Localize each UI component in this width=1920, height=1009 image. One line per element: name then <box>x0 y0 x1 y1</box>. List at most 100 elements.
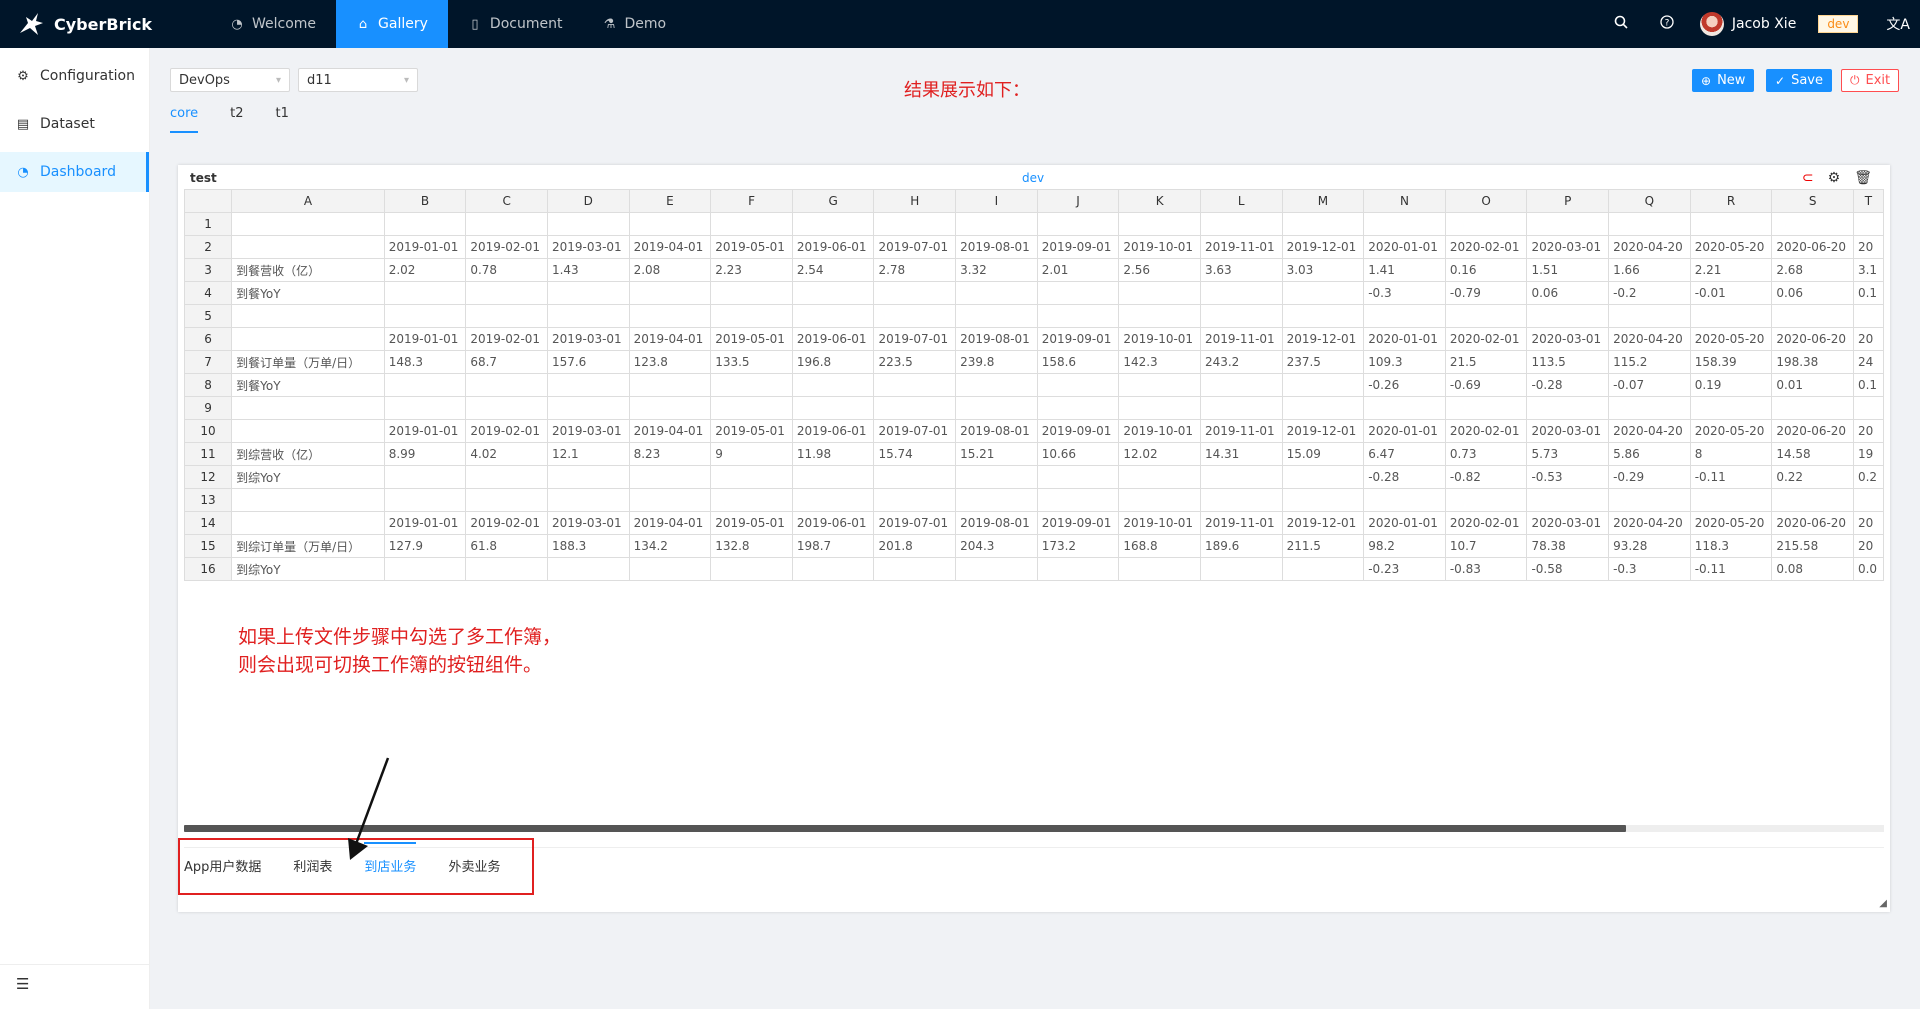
sheet-cell[interactable]: 2020-01-01 <box>1363 327 1446 351</box>
sheet-cell[interactable] <box>791 373 875 397</box>
sheet-cell[interactable]: 2019-02-01 <box>465 327 548 351</box>
sheet-cell[interactable]: 2020-05-20 <box>1689 235 1773 259</box>
sheet-cell[interactable]: 10.7 <box>1444 534 1528 558</box>
sheet-cell[interactable] <box>1852 212 1884 236</box>
column-header[interactable]: D <box>546 189 630 213</box>
sheet-cell[interactable] <box>383 373 467 397</box>
sheet-cell[interactable]: -0.3 <box>1363 281 1446 305</box>
sheet-cell[interactable]: 20 <box>1852 327 1884 351</box>
sheet-cell[interactable]: -0.28 <box>1363 465 1446 489</box>
sheet-cell[interactable]: 2020-04-20 <box>1608 235 1691 259</box>
sheet-cell[interactable]: 0.08 <box>1771 557 1854 581</box>
sheet-cell[interactable] <box>873 281 957 305</box>
sheet-cell[interactable] <box>873 488 957 512</box>
sheet-cell[interactable]: 20 <box>1852 534 1884 558</box>
sheet-cell[interactable] <box>1608 488 1691 512</box>
new-button[interactable]: ⊕ New <box>1692 69 1755 92</box>
sheet-cell[interactable] <box>791 281 875 305</box>
sheet-cell[interactable]: 21.5 <box>1444 350 1528 374</box>
sheet-cell[interactable]: 2.56 <box>1118 258 1201 282</box>
column-header[interactable]: K <box>1118 189 1201 213</box>
sheet-cell[interactable]: 243.2 <box>1199 350 1283 374</box>
row-header[interactable]: 12 <box>184 465 233 489</box>
sheet-cell[interactable] <box>873 373 957 397</box>
row-header[interactable]: 7 <box>184 350 233 374</box>
sheet-cell[interactable]: 201.8 <box>873 534 957 558</box>
sheet-cell[interactable] <box>955 281 1038 305</box>
sheet-cell[interactable]: 2020-02-01 <box>1444 327 1528 351</box>
sheet-cell[interactable] <box>1363 396 1446 420</box>
sheet-cell[interactable] <box>628 304 712 328</box>
sheet-cell[interactable] <box>873 465 957 489</box>
sheet-cell[interactable]: 2019-06-01 <box>791 327 875 351</box>
sheet-cell[interactable] <box>1444 396 1528 420</box>
sheet-cell[interactable]: 2020-03-01 <box>1526 235 1610 259</box>
sheet-cell[interactable] <box>1363 304 1446 328</box>
sheet-cell[interactable]: 2.23 <box>710 258 793 282</box>
corner-cell[interactable] <box>184 189 233 213</box>
sheet-cell[interactable] <box>465 281 548 305</box>
sheet-cell[interactable]: 8.99 <box>383 442 467 466</box>
column-header[interactable]: R <box>1689 189 1773 213</box>
sheet-cell[interactable] <box>231 304 385 328</box>
sheet-cell[interactable] <box>873 212 957 236</box>
sheet-cell[interactable]: 到餐YoY <box>231 373 385 397</box>
sheet-cell[interactable]: 109.3 <box>1363 350 1446 374</box>
sheet-cell[interactable] <box>1199 396 1283 420</box>
sheet-cell[interactable]: 2.01 <box>1036 258 1120 282</box>
sheet-cell[interactable] <box>791 488 875 512</box>
row-header[interactable]: 2 <box>184 235 233 259</box>
sheet-cell[interactable] <box>465 304 548 328</box>
sheet-cell[interactable] <box>955 488 1038 512</box>
sheet-cell[interactable]: 2020-02-01 <box>1444 511 1528 535</box>
sheet-cell[interactable]: 0.22 <box>1771 465 1854 489</box>
column-header[interactable]: B <box>383 189 467 213</box>
sheet-cell[interactable]: 198.38 <box>1771 350 1854 374</box>
sheet-cell[interactable]: 215.58 <box>1771 534 1854 558</box>
sheet-cell[interactable] <box>1199 465 1283 489</box>
sheet-cell[interactable]: 127.9 <box>383 534 467 558</box>
sheet-cell[interactable] <box>628 373 712 397</box>
sheet-cell[interactable] <box>383 557 467 581</box>
sheet-cell[interactable]: 0.0 <box>1852 557 1884 581</box>
column-header[interactable]: F <box>710 189 793 213</box>
row-header[interactable]: 3 <box>184 258 233 282</box>
sheet-cell[interactable] <box>1689 304 1773 328</box>
sheet-cell[interactable] <box>1036 396 1120 420</box>
sheet-cell[interactable] <box>231 235 385 259</box>
sheet-cell[interactable]: -0.07 <box>1608 373 1691 397</box>
row-header[interactable]: 11 <box>184 442 233 466</box>
sheet-cell[interactable]: 2.54 <box>791 258 875 282</box>
sheet-cell[interactable]: 到餐订单量（万单/日） <box>231 350 385 374</box>
sheet-cell[interactable] <box>710 373 793 397</box>
sheet-cell[interactable] <box>955 304 1038 328</box>
sheet-cell[interactable]: 到综YoY <box>231 557 385 581</box>
sheet-cell[interactable]: 24 <box>1852 350 1884 374</box>
sheet-cell[interactable]: 15.09 <box>1281 442 1365 466</box>
sheet-cell[interactable] <box>628 396 712 420</box>
sheet-cell[interactable]: 2.21 <box>1689 258 1773 282</box>
sheet-cell[interactable]: 134.2 <box>628 534 712 558</box>
sheet-cell[interactable] <box>1771 304 1854 328</box>
sheet-cell[interactable]: 2019-09-01 <box>1036 235 1120 259</box>
sheet-cell[interactable]: -0.29 <box>1608 465 1691 489</box>
sheet-cell[interactable]: 2019-04-01 <box>628 327 712 351</box>
sheet-cell[interactable]: 2019-09-01 <box>1036 419 1120 443</box>
column-header[interactable]: E <box>628 189 712 213</box>
sheet-cell[interactable]: 2019-12-01 <box>1281 235 1365 259</box>
sheet-cell[interactable]: 6.47 <box>1363 442 1446 466</box>
sheet-cell[interactable] <box>1281 212 1365 236</box>
sheet-cell[interactable]: 118.3 <box>1689 534 1773 558</box>
row-header[interactable]: 15 <box>184 534 233 558</box>
sheet-cell[interactable]: 2020-06-20 <box>1771 327 1854 351</box>
sheet-cell[interactable]: 15.74 <box>873 442 957 466</box>
sidebar-item-dataset[interactable]: ▤ Dataset <box>0 104 149 144</box>
sheet-cell[interactable] <box>383 304 467 328</box>
help-icon[interactable]: ? <box>1660 15 1674 33</box>
sheet-cell[interactable] <box>383 281 467 305</box>
sheet-cell[interactable]: 0.06 <box>1771 281 1854 305</box>
sheet-cell[interactable] <box>231 419 385 443</box>
row-header[interactable]: 13 <box>184 488 233 512</box>
sheet-cell[interactable]: 2019-08-01 <box>955 327 1038 351</box>
tab-core[interactable]: core <box>170 106 199 133</box>
